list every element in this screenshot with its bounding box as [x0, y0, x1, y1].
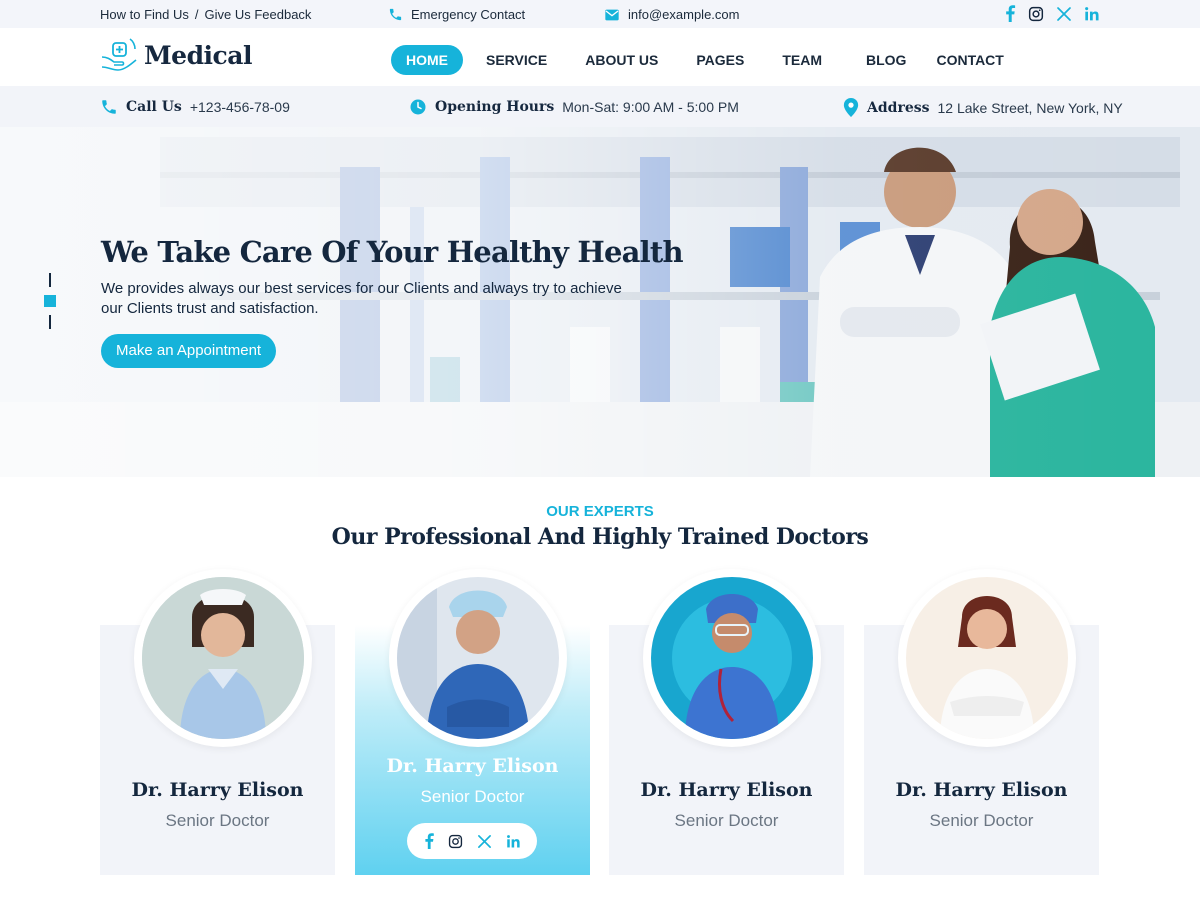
site-logo[interactable]: Medical: [100, 37, 252, 73]
doctor-name: Dr. Harry Elison: [640, 779, 813, 801]
x-icon[interactable]: [477, 834, 492, 849]
doctor-name: Dr. Harry Elison: [131, 779, 304, 801]
opening-hours-label: Opening Hours: [435, 99, 555, 115]
nav-home[interactable]: HOME: [391, 45, 463, 75]
doctor-photo: [397, 577, 559, 739]
hero-title: We Take Care Of Your Healthy Health: [101, 235, 684, 269]
emergency-contact-label: Emergency Contact: [411, 7, 526, 22]
doctor-avatar: [643, 569, 821, 747]
doctor-role: Senior Doctor: [674, 811, 779, 830]
doctor-name: Dr. Harry Elison: [386, 755, 559, 777]
nav-about-us[interactable]: ABOUT US: [570, 45, 673, 75]
slider-indicators: [44, 273, 56, 337]
linkedin-icon[interactable]: [506, 834, 521, 849]
clock-icon: [409, 98, 427, 116]
phone-icon: [100, 98, 118, 116]
doctor-photo: [906, 577, 1068, 739]
emergency-contact[interactable]: Emergency Contact: [388, 7, 525, 22]
opening-hours-info: Opening Hours Mon-Sat: 9:00 AM - 5:00 PM: [409, 98, 739, 116]
instagram-icon[interactable]: [1028, 6, 1044, 22]
doctor-avatar: [898, 569, 1076, 747]
top-links: How to Find Us / Give Us Feedback: [100, 7, 311, 22]
medical-hands-icon: [100, 37, 138, 73]
hero-description: We provides always our best services for…: [101, 280, 622, 317]
nav-service[interactable]: SERVICE: [471, 45, 562, 75]
site-name: Medical: [144, 40, 252, 70]
make-appointment-button[interactable]: Make an Appointment: [101, 334, 277, 368]
experts-subtitle: OUR EXPERTS: [546, 503, 654, 520]
slide-dot[interactable]: [49, 273, 51, 287]
doctor-role: Senior Doctor: [165, 811, 270, 830]
linkedin-icon[interactable]: [1084, 6, 1100, 22]
phone-icon: [388, 7, 403, 22]
find-us-link[interactable]: How to Find Us: [100, 7, 189, 22]
doctor-photo: [142, 577, 304, 739]
call-us-number: +123-456-78-09: [189, 99, 290, 115]
email-address: info@example.com: [628, 7, 740, 22]
main-navbar: Medical HOME SERVICE ABOUT US PAGES TEAM…: [0, 28, 1200, 86]
doctor-name: Dr. Harry Elison: [895, 779, 1068, 801]
main-menu: HOME SERVICE ABOUT US PAGES TEAM BLOG CO…: [391, 45, 1027, 75]
nav-team[interactable]: TEAM: [767, 45, 837, 75]
doctor-avatar: [134, 569, 312, 747]
nav-pages[interactable]: PAGES: [681, 45, 759, 75]
opening-hours-value: Mon-Sat: 9:00 AM - 5:00 PM: [562, 99, 739, 115]
doctor-role: Senior Doctor: [929, 811, 1034, 830]
hero-banner: We Take Care Of Your Healthy Health We p…: [0, 127, 1200, 477]
call-us-label: Call Us: [126, 99, 182, 115]
info-bar: Call Us +123-456-78-09 Opening Hours Mon…: [0, 86, 1200, 127]
call-us-info[interactable]: Call Us +123-456-78-09: [100, 98, 290, 116]
x-icon[interactable]: [1056, 6, 1072, 22]
top-social-links: [1004, 5, 1100, 22]
experts-title: Our Professional And Highly Trained Doct…: [331, 524, 869, 550]
doctor-role: Senior Doctor: [420, 787, 525, 806]
facebook-icon[interactable]: [1004, 5, 1016, 22]
doctor-social-links: [407, 823, 537, 859]
top-bar: How to Find Us / Give Us Feedback Emerge…: [0, 0, 1200, 28]
address-info: Address 12 Lake Street, New York, NY: [843, 98, 1123, 117]
nav-contact[interactable]: CONTACT: [921, 45, 1018, 75]
doctor-avatar: [389, 569, 567, 747]
instagram-icon[interactable]: [448, 834, 463, 849]
doctor-photo: [651, 577, 813, 739]
feedback-link[interactable]: Give Us Feedback: [205, 7, 312, 22]
address-value: 12 Lake Street, New York, NY: [937, 99, 1123, 116]
address-label: Address: [867, 99, 930, 116]
envelope-icon: [604, 8, 620, 22]
slide-dot[interactable]: [49, 315, 51, 329]
top-links-separator: /: [194, 7, 199, 22]
location-pin-icon: [843, 98, 859, 117]
email-contact[interactable]: info@example.com: [604, 7, 739, 22]
facebook-icon[interactable]: [424, 833, 434, 849]
slide-dot-active[interactable]: [44, 295, 56, 307]
nav-blog[interactable]: BLOG: [851, 45, 921, 75]
